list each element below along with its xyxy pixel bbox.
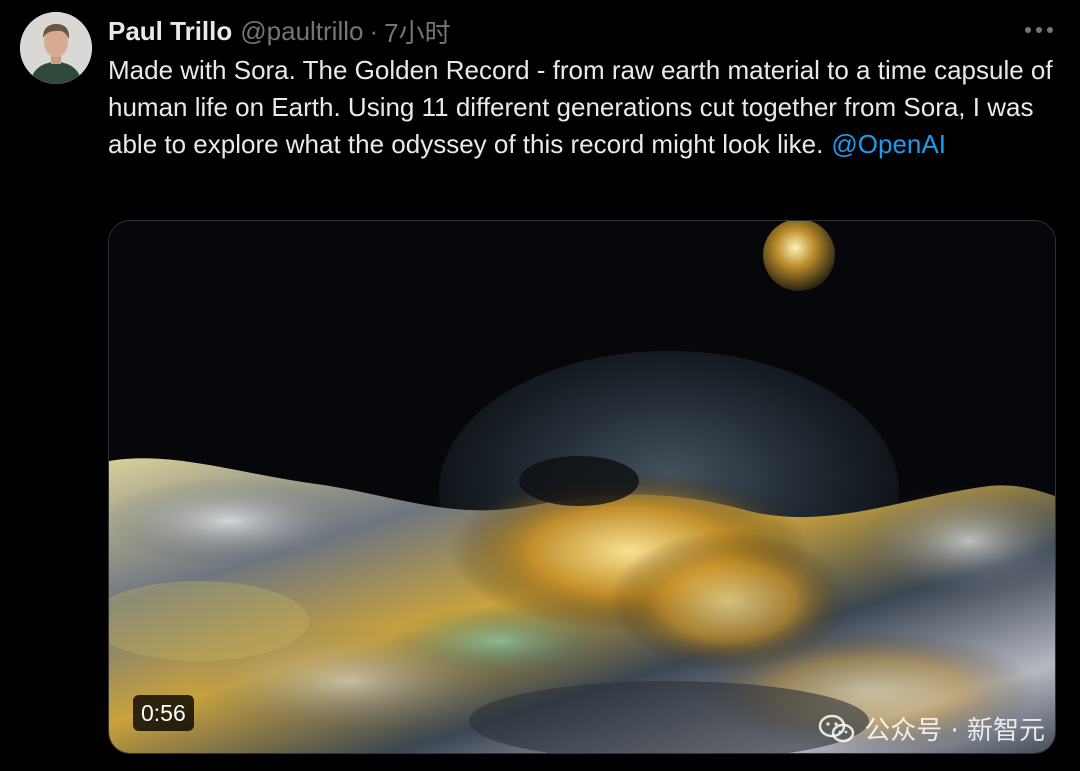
watermark-text: 公众号 · 新智元: [864, 716, 1045, 746]
tweet-body: Made with Sora. The Golden Record - from…: [108, 52, 1058, 163]
video-player[interactable]: 0:56 公众号 · 新智元: [108, 220, 1056, 754]
tweet: Paul Trillo @paultrillo · 7小时 Made with …: [0, 0, 1080, 771]
more-horizontal-icon: [1025, 27, 1053, 33]
avatar[interactable]: [20, 12, 92, 84]
wechat-icon: [818, 714, 855, 742]
avatar-image: [20, 12, 92, 84]
separator-dot: ·: [369, 15, 379, 46]
video-thumbnail: [109, 221, 1055, 753]
tweet-timestamp[interactable]: 7小时: [384, 13, 450, 50]
more-options-button[interactable]: [1022, 16, 1056, 44]
author-handle[interactable]: @paultrillo: [240, 16, 363, 47]
video-duration-badge: 0:56: [133, 695, 194, 731]
author-name[interactable]: Paul Trillo: [108, 16, 232, 47]
watermark: 公众号 · 新智元: [818, 710, 1045, 747]
mention-link[interactable]: @OpenAI: [831, 129, 946, 159]
tweet-header: Paul Trillo @paultrillo · 7小时: [108, 14, 451, 48]
